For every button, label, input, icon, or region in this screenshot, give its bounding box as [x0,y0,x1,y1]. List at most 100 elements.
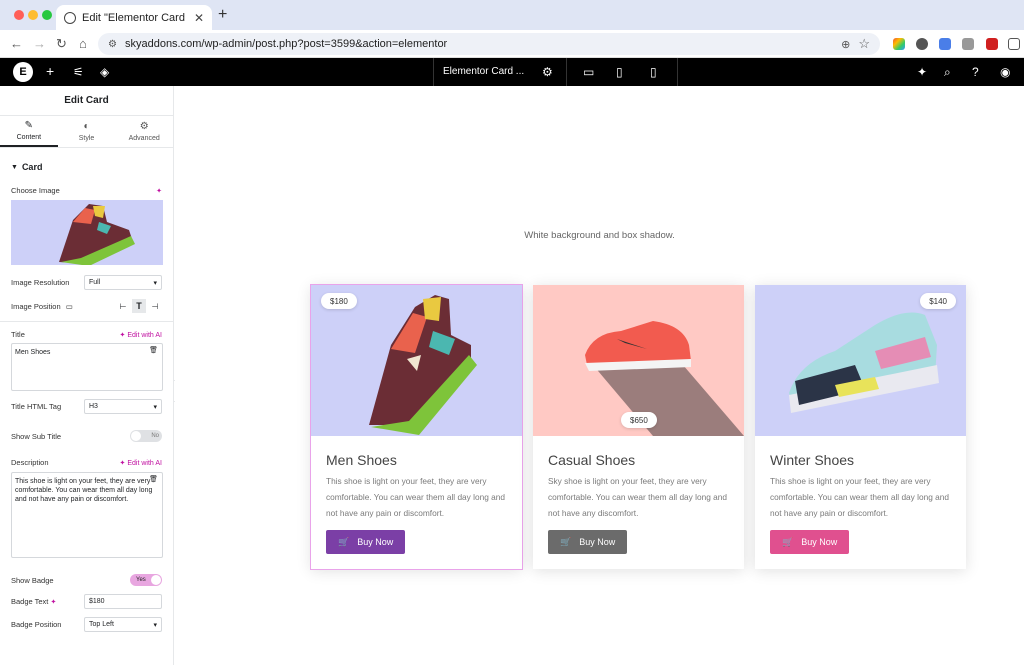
ai-sparkle-icon[interactable]: ✦ [50,599,56,606]
section-card-toggle[interactable]: ▼ Card [11,148,162,186]
align-top-icon[interactable]: T [132,299,146,313]
toggle-state: No [151,433,159,439]
title-label: Title [11,330,25,339]
image-position-label: Image Position ▭ [11,301,73,311]
tab-advanced[interactable]: ⚙ Advanced [115,116,173,147]
browser-tab-strip: Edit "Elementor Card Widget ✕ + [0,0,1024,30]
toggle-state: Yes [136,577,146,583]
extension-translate-icon[interactable] [939,38,951,50]
tab-title: Edit "Elementor Card Widget [82,11,188,24]
page-settings-icon[interactable]: ⚙ [542,65,553,79]
mobile-view-icon[interactable]: ▯ [650,65,657,79]
product-card[interactable]: $650 Casual Shoes Sky shoe is light on y… [533,285,744,569]
maximize-window-button[interactable] [42,10,52,20]
tab-advanced-label: Advanced [128,135,160,142]
trash-icon[interactable]: 🗑 [149,476,158,485]
notifications-icon[interactable]: ✦ [917,65,927,79]
shoe-thumbnail [59,204,135,265]
section-title: Card [21,162,43,172]
extension-image-icon[interactable] [962,38,974,50]
bookmark-star-icon[interactable]: ☆ [858,36,870,52]
site-settings-icon[interactable]: ⚟ [73,65,84,79]
new-tab-button[interactable]: + [218,6,227,24]
product-card[interactable]: $180 Men Shoes This shoe is light on you… [310,284,523,570]
close-tab-icon[interactable]: ✕ [194,11,204,25]
show-badge-toggle[interactable]: Yes [130,574,162,586]
trash-icon[interactable]: 🗑 [149,347,158,356]
desktop-responsive-icon: ▭ [65,301,73,311]
elementor-logo-icon[interactable]: E [13,62,33,82]
badge-text-input[interactable]: $180 [84,594,162,609]
price-badge: $140 [920,293,956,309]
extension-red-icon[interactable] [986,38,998,50]
minimize-window-button[interactable] [28,10,38,20]
divider [566,58,567,86]
add-element-icon[interactable]: + [46,63,54,79]
image-picker[interactable] [11,200,163,265]
align-right-icon[interactable]: ⊣ [148,299,162,313]
help-icon[interactable]: ? [972,65,979,79]
elementor-top-bar: E + ⚟ ◈ Elementor Card ... ⚙ ▭ ▯ ▯ ✦ ⌕ ?… [0,58,1024,86]
extension-color-icon[interactable] [893,38,905,50]
divider [677,58,678,86]
preview-eye-icon[interactable]: ◉ [1000,65,1010,79]
desktop-view-icon[interactable]: ▭ [583,65,594,79]
browser-tab[interactable]: Edit "Elementor Card Widget ✕ [56,5,212,30]
section-subtitle: White background and box shadow. [524,230,675,241]
product-card[interactable]: $140 Winter Shoes This shoe is light on … [755,285,966,569]
url-field[interactable]: ⚙ skyaddons.com/wp-admin/post.php?post=3… [98,33,880,55]
title-tag-select[interactable]: H3 ▾ [84,399,162,414]
preview-canvas: White background and box shadow. $180 Me… [175,86,1024,665]
image-position-choices: ⊢ T ⊣ [116,299,162,313]
card-title: Men Shoes [326,452,397,468]
forward-icon[interactable]: → [33,36,46,51]
align-left-icon[interactable]: ⊢ [116,299,130,313]
title-textarea[interactable]: Men Shoes 🗑 [11,343,163,391]
buy-now-button[interactable]: 🛒 Buy Now [326,530,406,554]
extension-shield-icon[interactable] [916,38,928,50]
chevron-down-icon: ▾ [153,403,157,411]
back-icon[interactable]: ← [10,36,23,51]
badge-position-label: Badge Position [11,620,62,629]
extensions-puzzle-icon[interactable] [1008,38,1020,50]
buy-now-button[interactable]: 🛒 Buy Now [770,530,850,554]
structure-layers-icon[interactable]: ◈ [100,65,109,79]
edit-with-ai-button[interactable]: ✦ Edit with AI [120,459,162,467]
address-bar-row: ← → ↻ ⌂ ⚙ skyaddons.com/wp-admin/post.ph… [0,30,1024,58]
edit-with-ai-button[interactable]: ✦ Edit with AI [120,331,162,339]
reload-icon[interactable]: ↻ [56,36,67,52]
tab-style-label: Style [78,135,95,142]
price-badge: $650 [621,412,657,428]
url-text: skyaddons.com/wp-admin/post.php?post=359… [124,38,448,50]
ai-sparkle-icon[interactable]: ✦ [156,187,162,195]
toggle-knob [131,431,141,441]
contrast-icon: ◐ [83,121,90,132]
choose-image-label: Choose Image [11,186,60,195]
title-tag-label: Title HTML Tag [11,402,62,411]
buy-now-label: Buy Now [357,537,394,547]
zoom-icon[interactable]: ⊕ [841,38,850,51]
tab-content[interactable]: ✎ Content [0,116,58,147]
title-tag-value: H3 [89,403,98,410]
buy-now-button[interactable]: 🛒 Buy Now [548,530,628,554]
close-window-button[interactable] [14,10,24,20]
search-icon[interactable]: ⌕ [944,65,951,80]
cart-icon: 🛒 [782,536,794,547]
document-title[interactable]: Elementor Card ... [443,66,524,77]
show-badge-label: Show Badge [11,575,54,585]
cart-icon: 🛒 [560,536,572,547]
home-icon[interactable]: ⌂ [79,36,87,51]
site-info-icon[interactable]: ⚙ [108,39,117,50]
image-resolution-select[interactable]: Full ▾ [84,275,162,290]
chevron-down-icon: ▾ [153,279,157,287]
card-title: Winter Shoes [770,452,855,468]
tab-style[interactable]: ◐ Style [58,116,116,147]
tab-content-label: Content [16,134,42,141]
caret-down-icon: ▼ [11,163,18,171]
buy-now-label: Buy Now [579,537,616,547]
panel-tabs: ✎ Content ◐ Style ⚙ Advanced [0,116,173,148]
badge-position-select[interactable]: Top Left ▾ [84,617,162,632]
tablet-view-icon[interactable]: ▯ [616,65,623,79]
description-textarea[interactable]: This shoe is light on your feet, they ar… [11,472,163,558]
show-sub-title-toggle[interactable]: No [130,430,162,442]
